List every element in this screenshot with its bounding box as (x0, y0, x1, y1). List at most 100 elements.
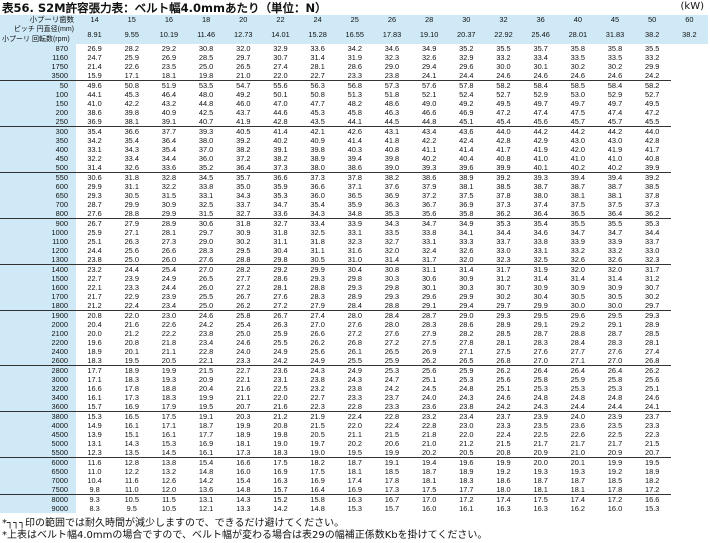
tension-cell: 21.8 (421, 430, 437, 439)
tension-cell: 28.8 (310, 283, 325, 292)
tension-cell: 30.2 (236, 237, 251, 246)
tension-cell: 58.2 (484, 80, 523, 90)
tension-cell: 38.1 (570, 191, 586, 200)
tension-cell: 21.5 (496, 439, 511, 448)
tension-cell: 20.8 (76, 310, 114, 320)
tension-cell: 25.9 (124, 53, 139, 62)
tension-cell: 27.2 (236, 283, 251, 292)
tension-cell: 32.6 (607, 255, 623, 264)
tension-cell: 29.9 (533, 301, 548, 310)
tension-cell: 32.3 (384, 53, 400, 62)
tension-cell: 27.6 (607, 347, 623, 356)
tension-cell: 13.3 (236, 504, 251, 513)
tension-cell: 42.5 (198, 108, 214, 117)
tension-cell: 53.0 (570, 90, 586, 99)
tension-cell: 40.2 (421, 154, 437, 163)
tension-cell: 24.4 (570, 402, 586, 411)
tension-cell: 25.8 (224, 310, 262, 320)
tension-cell: 33.1 (198, 191, 214, 200)
tension-cell: 28.1 (273, 283, 288, 292)
tension-cell: 31.1 (124, 182, 139, 191)
tension-cell: 20.9 (533, 448, 548, 457)
tension-cell: 27.0 (533, 356, 548, 365)
tension-cell: 29.1 (421, 301, 437, 310)
tension-cell: 17.5 (310, 467, 325, 476)
tension-cell: 30.9 (161, 200, 177, 209)
tension-cell: 24.2 (644, 71, 660, 80)
teeth-header: 20 (224, 15, 262, 25)
tension-cell: 34.7 (607, 228, 623, 237)
tension-cell: 16.3 (533, 504, 548, 513)
tension-cell: 37.3 (496, 200, 511, 209)
tension-cell: 23.3 (496, 421, 511, 430)
table-row: 8000 9.3 10.5 11.5 13.1 14.3 15.2 15.8 16.3 16.7 1… (0, 494, 708, 504)
tension-cell: 44.0 (633, 126, 671, 136)
tension-cell: 41.7 (644, 145, 660, 154)
tension-cell: 16.9 (310, 476, 325, 485)
tension-cell: 24.6 (187, 310, 225, 320)
tension-cell: 31.5 (161, 191, 177, 200)
tension-cell: 46.0 (236, 99, 251, 108)
tension-cell: 22.9 (124, 292, 139, 301)
tension-cell: 13.1 (187, 494, 225, 504)
tension-cell: 33.5 (384, 228, 400, 237)
tension-cell: 38.0 (310, 163, 325, 172)
tension-cell: 18.3 (124, 375, 139, 384)
tension-cell: 33.5 (570, 53, 586, 62)
tension-cell: 31.8 (113, 172, 151, 182)
tension-cell: 28.4 (347, 301, 362, 310)
table-row: 200 38.6 39.8 40.9 42.5 43.7 44.6 45.3 45.8 46.3 4… (0, 108, 708, 117)
tension-cell: 29.1 (533, 320, 548, 329)
tension-cell: 47.5 (570, 108, 586, 117)
rpm-cell: 550 (0, 172, 76, 182)
tension-cell: 26.2 (421, 356, 437, 365)
tension-cell: 24.2 (496, 402, 511, 411)
tension-cell: 17.3 (384, 485, 400, 494)
tension-cell: 14.9 (87, 421, 102, 430)
tension-cell: 12.1 (198, 504, 214, 513)
tension-cell: 50.8 (310, 90, 325, 99)
tension-cell: 32.5 (533, 255, 548, 264)
tension-cell: 24.0 (559, 411, 597, 421)
tension-cell: 28.9 (347, 292, 362, 301)
tension-cell: 26.8 (347, 338, 362, 347)
tension-cell: 17.5 (150, 411, 188, 421)
tension-cell: 31.7 (484, 264, 523, 274)
teeth-header: 16 (150, 15, 188, 25)
teeth-header: 15 (113, 15, 151, 25)
tension-cell: 17.1 (87, 375, 102, 384)
tension-cell: 25.6 (310, 347, 325, 356)
tension-cell: 30.5 (310, 255, 325, 264)
tension-cell: 41.0 (570, 154, 586, 163)
tension-cell: 42.1 (299, 126, 337, 136)
tension-cell: 28.5 (644, 329, 660, 338)
tension-cell: 18.9 (459, 467, 474, 476)
tension-cell: 14.2 (273, 504, 288, 513)
tension-cell: 28.5 (198, 53, 214, 62)
tension-cell: 22.3 (644, 430, 660, 439)
tension-cell: 49.5 (496, 99, 511, 108)
tension-cell: 46.6 (421, 108, 437, 117)
tension-cell: 12.0 (161, 485, 177, 494)
tension-cell: 37.3 (273, 163, 288, 172)
table-row: 6500 11.0 12.2 13.2 14.8 16.0 16.9 17.5 18.1 18.5… (0, 467, 708, 476)
tension-cell: 18.1 (570, 485, 586, 494)
table-row: 5500 12.3 13.5 14.5 16.1 17.3 18.3 19.0 19.5 19.9… (0, 448, 708, 458)
tension-cell: 18.9 (236, 430, 251, 439)
tension-cell: 27.5 (496, 347, 511, 356)
tension-cell: 28.3 (607, 338, 623, 347)
tension-cell: 28.6 (273, 274, 288, 283)
tension-cell: 47.2 (644, 108, 660, 117)
rpm-cell: 7000 (0, 476, 76, 485)
tension-cell: 31.7 (633, 264, 671, 274)
tension-cell: 36.6 (113, 126, 151, 136)
tension-cell: 33.9 (570, 237, 586, 246)
tension-cell: 30.9 (570, 283, 586, 292)
tension-cell: 36.2 (496, 209, 511, 218)
tension-cell: 17.9 (161, 402, 177, 411)
tension-cell: 18.1 (161, 71, 177, 80)
tension-cell: 18.3 (459, 476, 474, 485)
notes: *┐┐┐印の範囲では耐久時間が減少しますので、できるだけ避けてください。 *上表… (2, 518, 487, 542)
tension-cell: 35.4 (522, 218, 560, 228)
tension-cell: 38.2 (236, 145, 251, 154)
